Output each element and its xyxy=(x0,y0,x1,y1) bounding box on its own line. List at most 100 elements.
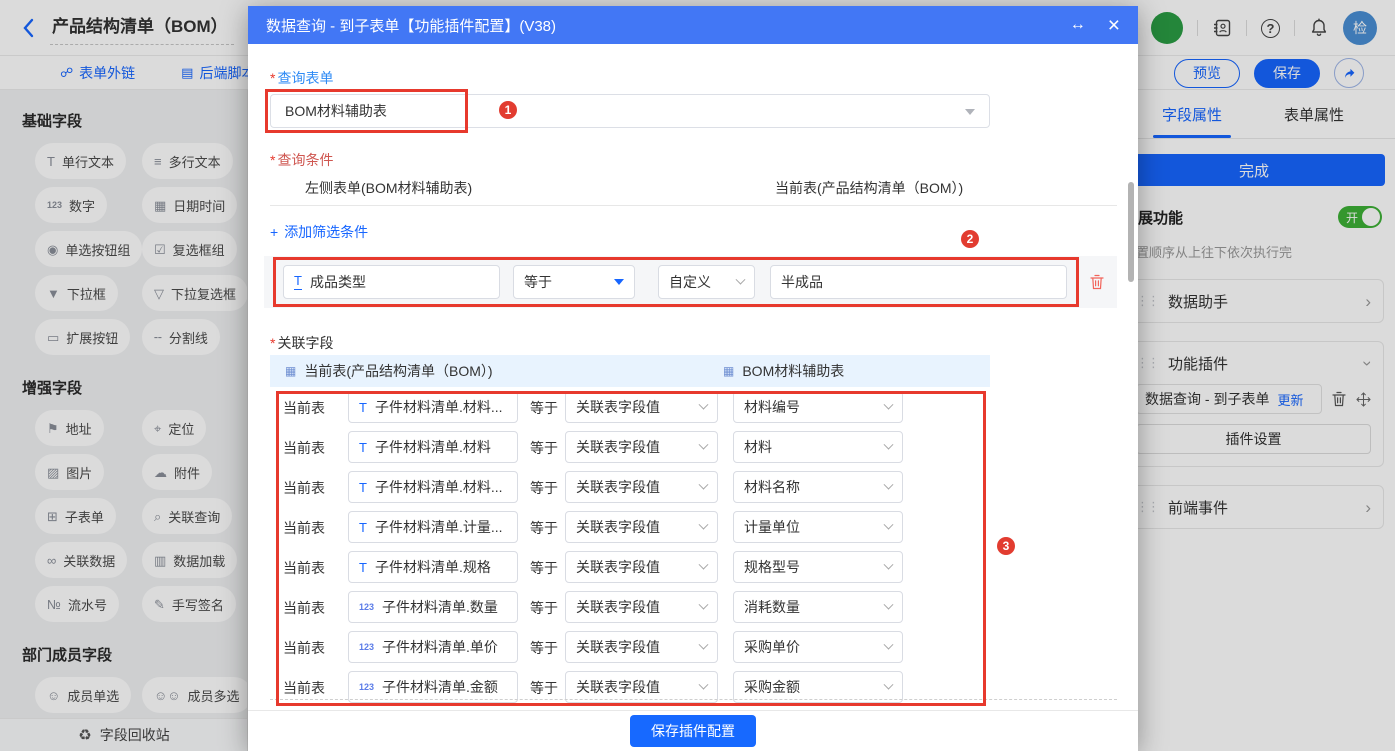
row-value-select[interactable]: 采购单价 xyxy=(733,631,903,663)
plugin-config-modal: 数据查询 - 到子表单【功能插件配置】(V38) ↔ × 查询表单 BOM材料辅… xyxy=(248,6,1138,751)
modal-scrollbar-thumb[interactable] xyxy=(1128,182,1134,282)
chevron-down-icon xyxy=(884,519,894,529)
row-mode-select[interactable]: 关联表字段值 xyxy=(565,471,718,503)
row-field-value: 子件材料清单.材料... xyxy=(375,397,503,417)
row-value-text: 材料 xyxy=(744,437,772,457)
field-type-icon: T xyxy=(359,561,367,574)
row-table-label: 当前表 xyxy=(283,438,325,458)
chevron-down-icon xyxy=(699,479,709,489)
row-field-value: 子件材料清单.材料... xyxy=(375,477,503,497)
chevron-down-icon xyxy=(884,399,894,409)
row-field-select[interactable]: T子件材料清单.规格 xyxy=(348,551,518,583)
modal-body: 查询表单 BOM材料辅助表 查询条件 左侧表单(BOM材料辅助表) 当前表(产品… xyxy=(248,44,1138,710)
row-field-select[interactable]: T子件材料清单.材料... xyxy=(348,471,518,503)
condition-field-select[interactable]: T 成品类型 xyxy=(283,265,500,299)
row-mode-select[interactable]: 关联表字段值 xyxy=(565,591,718,623)
query-condition-label: 查询条件 xyxy=(270,150,333,170)
screen: 产品结构清单（BOM） ? 检 ☍ 表单外链 xyxy=(0,0,1395,751)
row-mode-value: 关联表字段值 xyxy=(576,397,660,417)
plus-icon: + xyxy=(270,224,278,240)
chevron-down-icon xyxy=(699,559,709,569)
row-field-select[interactable]: T 子件材料清单.材料... xyxy=(348,391,518,423)
row-operator: 等于 xyxy=(530,478,558,498)
row-value-text: 计量单位 xyxy=(744,517,800,537)
row-value-select[interactable]: 材料 xyxy=(733,431,903,463)
relation-row: 当前表 T子件材料清单.材料 等于 关联表字段值 材料 xyxy=(270,427,1117,467)
row-mode-select[interactable]: 关联表字段值 xyxy=(565,511,718,543)
row-mode-select[interactable]: 关联表字段值 xyxy=(565,391,718,423)
condition-value-input[interactable]: 半成品 xyxy=(770,265,1067,299)
select-arrow-icon xyxy=(965,109,975,115)
row-value-select[interactable]: 消耗数量 xyxy=(733,591,903,623)
row-field-select[interactable]: 123子件材料清单.数量 xyxy=(348,591,518,623)
chevron-down-icon xyxy=(884,639,894,649)
row-mode-select[interactable]: 关联表字段值 xyxy=(565,431,718,463)
save-plugin-config-button[interactable]: 保存插件配置 xyxy=(630,715,756,747)
condition-operator-select[interactable]: 等于 xyxy=(513,265,635,299)
row-mode-value: 关联表字段值 xyxy=(576,437,660,457)
condition-row: T 成品类型 等于 自定义 半成品 xyxy=(264,256,1117,308)
relation-row: 当前表 123子件材料清单.金额 等于 关联表字段值 采购金额 xyxy=(270,667,1117,707)
row-operator: 等于 xyxy=(530,438,558,458)
row-value-select[interactable]: 计量单位 xyxy=(733,511,903,543)
row-field-value: 子件材料清单.数量 xyxy=(382,597,498,617)
row-mode-value: 关联表字段值 xyxy=(576,677,660,697)
relation-left-table: ▦ 当前表(产品结构清单（BOM）) xyxy=(285,361,493,381)
condition-left-header: 左侧表单(BOM材料辅助表) xyxy=(305,178,472,198)
row-table-label: 当前表 xyxy=(283,558,325,578)
row-mode-value: 关联表字段值 xyxy=(576,477,660,497)
row-field-select[interactable]: T子件材料清单.材料 xyxy=(348,431,518,463)
chevron-down-icon xyxy=(699,599,709,609)
field-type-icon: T xyxy=(359,401,367,414)
row-table-label: 当前表 xyxy=(283,398,325,418)
add-filter-label: 添加筛选条件 xyxy=(284,222,368,242)
row-mode-value: 关联表字段值 xyxy=(576,637,660,657)
divider xyxy=(270,205,1117,206)
condition-mode-value: 自定义 xyxy=(669,272,711,292)
relation-row: 当前表 T子件材料清单.计量... 等于 关联表字段值 计量单位 xyxy=(270,507,1117,547)
row-value-select[interactable]: 材料编号 xyxy=(733,391,903,423)
row-field-select[interactable]: T子件材料清单.计量... xyxy=(348,511,518,543)
row-table-label: 当前表 xyxy=(283,638,325,658)
chevron-down-icon xyxy=(884,599,894,609)
row-mode-select[interactable]: 关联表字段值 xyxy=(565,631,718,663)
add-filter-condition-link[interactable]: + 添加筛选条件 xyxy=(270,222,368,242)
field-type-icon: 123 xyxy=(359,643,374,652)
condition-right-header: 当前表(产品结构清单（BOM）) xyxy=(775,178,963,198)
row-value-text: 采购金额 xyxy=(744,677,800,697)
row-operator: 等于 xyxy=(530,558,558,578)
row-value-text: 采购单价 xyxy=(744,637,800,657)
row-mode-value: 关联表字段值 xyxy=(576,597,660,617)
row-operator: 等于 xyxy=(530,598,558,618)
row-operator: 等于 xyxy=(530,398,558,418)
row-field-select[interactable]: 123子件材料清单.单价 xyxy=(348,631,518,663)
relation-table-header: ▦ 当前表(产品结构清单（BOM）) ▦ BOM材料辅助表 xyxy=(270,355,990,387)
relation-fields-label: 关联字段 xyxy=(270,333,333,353)
row-table-label: 当前表 xyxy=(283,598,325,618)
chevron-down-icon xyxy=(884,559,894,569)
chevron-down-icon xyxy=(884,439,894,449)
close-icon[interactable]: × xyxy=(1108,15,1120,36)
chevron-down-icon xyxy=(884,479,894,489)
expand-icon[interactable]: ↔ xyxy=(1070,17,1086,33)
text-field-icon: T xyxy=(294,274,302,289)
field-type-icon: 123 xyxy=(359,683,374,692)
query-form-select[interactable]: BOM材料辅助表 xyxy=(270,94,990,128)
row-value-text: 消耗数量 xyxy=(744,597,800,617)
row-value-select[interactable]: 材料名称 xyxy=(733,471,903,503)
query-form-label: 查询表单 xyxy=(270,68,333,88)
content-cut-divider xyxy=(270,699,1117,700)
relation-left-table-label: 当前表(产品结构清单（BOM）) xyxy=(304,361,492,381)
chevron-down-icon xyxy=(736,274,746,284)
table-icon: ▦ xyxy=(285,364,296,378)
chevron-down-icon xyxy=(699,399,709,409)
row-mode-select[interactable]: 关联表字段值 xyxy=(565,551,718,583)
modal-title: 数据查询 - 到子表单【功能插件配置】(V38) xyxy=(266,15,556,36)
delete-condition-button[interactable] xyxy=(1090,274,1104,290)
chevron-down-icon xyxy=(699,639,709,649)
row-value-text: 材料编号 xyxy=(744,397,800,417)
relation-row: 当前表 T子件材料清单.规格 等于 关联表字段值 规格型号 xyxy=(270,547,1117,587)
row-value-select[interactable]: 规格型号 xyxy=(733,551,903,583)
condition-mode-select[interactable]: 自定义 xyxy=(658,265,755,299)
trash-icon xyxy=(1090,274,1104,290)
